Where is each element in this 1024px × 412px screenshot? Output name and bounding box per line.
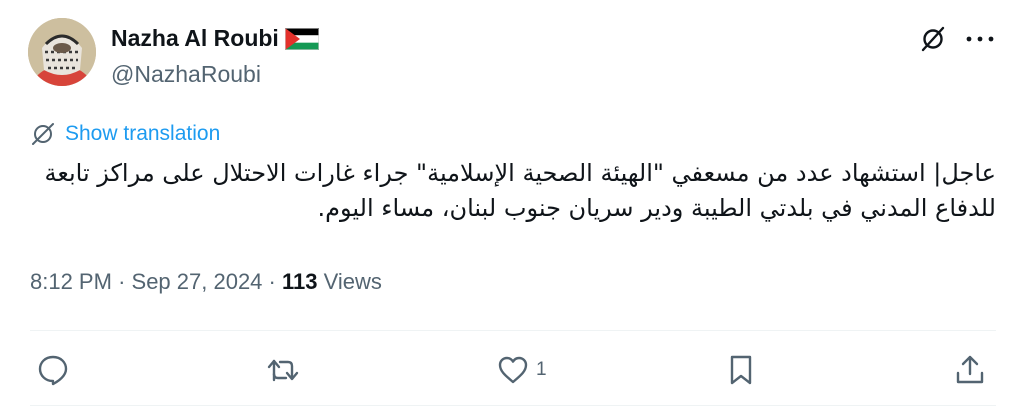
views-label: Views (323, 269, 382, 294)
repost-button[interactable] (266, 353, 300, 387)
bookmark-button[interactable] (724, 353, 758, 387)
meta-separator: · (268, 269, 276, 294)
author-name[interactable]: Nazha Al Roubi (111, 25, 279, 52)
views-count: 113 (282, 269, 318, 294)
palestine-flag-icon (284, 27, 319, 50)
more-icon[interactable] (963, 24, 997, 54)
author-name-row[interactable]: Nazha Al Roubi (111, 25, 319, 52)
divider (30, 405, 996, 406)
repost-icon (267, 359, 299, 382)
reply-button[interactable] (36, 353, 70, 387)
translate-icon (32, 123, 54, 145)
show-translation-label[interactable]: Show translation (65, 122, 220, 146)
like-count: 1 (536, 359, 547, 380)
avatar[interactable] (28, 18, 96, 86)
avatar-image (28, 18, 96, 86)
divider (30, 330, 996, 331)
grok-icon[interactable] (918, 24, 948, 54)
like-button[interactable]: 1 (496, 353, 547, 387)
tweet-meta: 8:12 PM · Sep 27, 2024 · 113 Views (30, 269, 382, 295)
meta-separator: · (118, 269, 126, 294)
share-button[interactable] (953, 353, 987, 387)
bookmark-icon (730, 355, 752, 385)
show-translation-link[interactable]: Show translation (30, 121, 220, 147)
author-handle[interactable]: @NazhaRoubi (111, 61, 261, 88)
share-icon (956, 355, 984, 384)
tweet-time[interactable]: 8:12 PM (30, 269, 112, 294)
tweet-text: عاجل| استشهاد عدد من مسعفي "الهيئة الصحي… (44, 159, 997, 222)
heart-icon (498, 356, 528, 384)
reply-icon (38, 355, 68, 386)
tweet-date[interactable]: Sep 27, 2024 (132, 269, 263, 294)
